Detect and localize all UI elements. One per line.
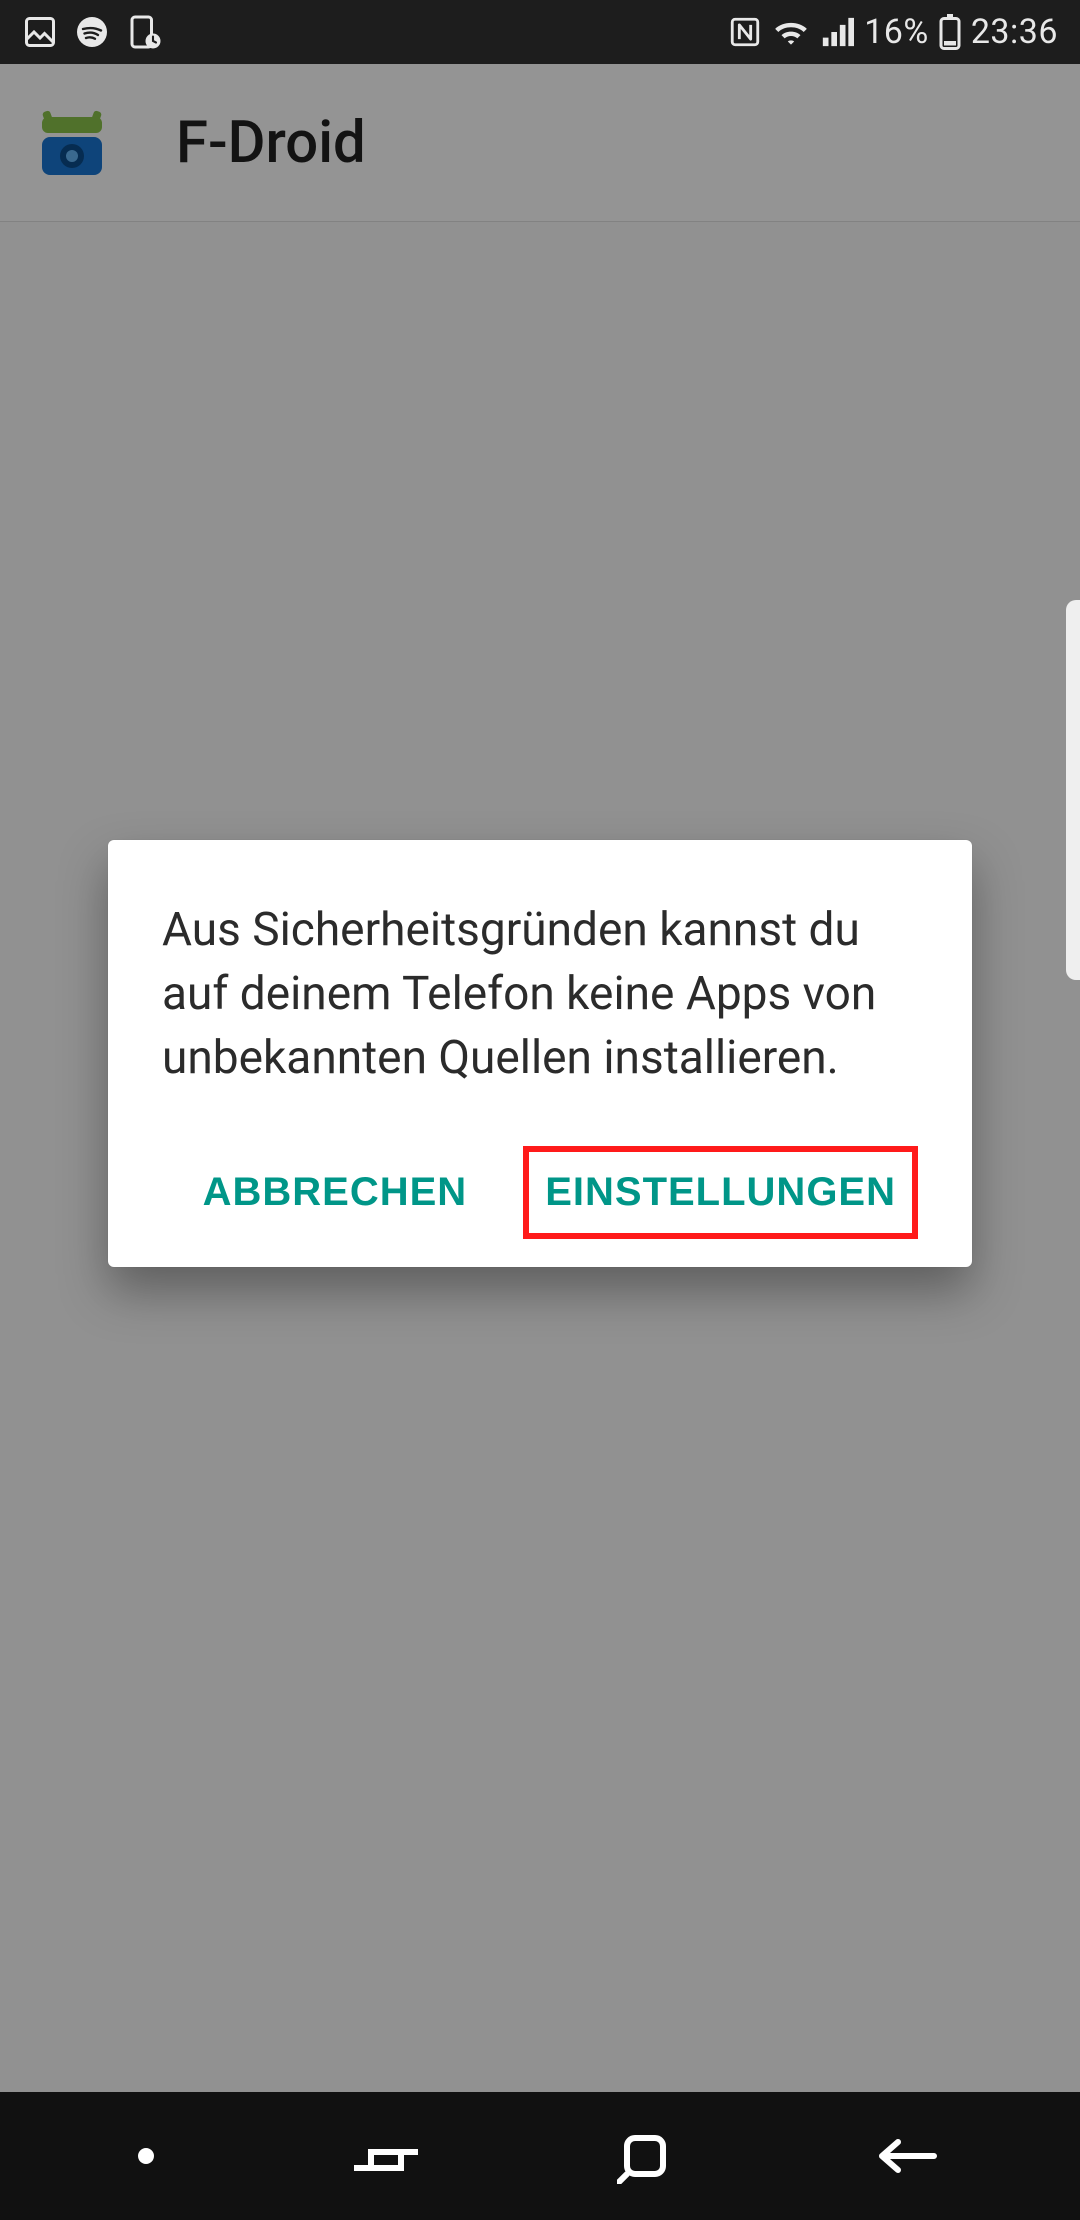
status-left bbox=[22, 14, 162, 50]
signal-icon bbox=[820, 15, 854, 49]
recents-button[interactable] bbox=[351, 2132, 421, 2180]
battery-icon bbox=[939, 14, 961, 50]
wifi-icon bbox=[772, 15, 810, 49]
settings-button[interactable]: EINSTELLUNGEN bbox=[523, 1146, 918, 1239]
dialog-actions: ABBRECHEN EINSTELLUNGEN bbox=[162, 1146, 918, 1239]
cancel-button[interactable]: ABBRECHEN bbox=[187, 1146, 484, 1239]
gallery-icon bbox=[22, 14, 58, 50]
status-bar: 16% 23:36 bbox=[0, 0, 1080, 64]
security-dialog: Aus Sicherheitsgründen kannst du auf dei… bbox=[108, 840, 972, 1267]
update-notification-icon bbox=[126, 14, 162, 50]
clock: 23:36 bbox=[971, 12, 1058, 52]
nav-bar bbox=[0, 2092, 1080, 2220]
nfc-icon bbox=[728, 15, 762, 49]
home-button[interactable] bbox=[617, 2128, 673, 2184]
dialog-message: Aus Sicherheitsgründen kannst du auf dei… bbox=[162, 898, 918, 1090]
scrollbar-handle[interactable] bbox=[1066, 600, 1080, 980]
screen: F-Droid 16 bbox=[0, 0, 1080, 2220]
status-right: 16% 23:36 bbox=[728, 12, 1058, 52]
battery-percent: 16% bbox=[864, 12, 929, 52]
back-button[interactable] bbox=[870, 2132, 942, 2180]
assistant-dot-icon[interactable] bbox=[138, 2148, 154, 2164]
spotify-icon bbox=[74, 14, 110, 50]
